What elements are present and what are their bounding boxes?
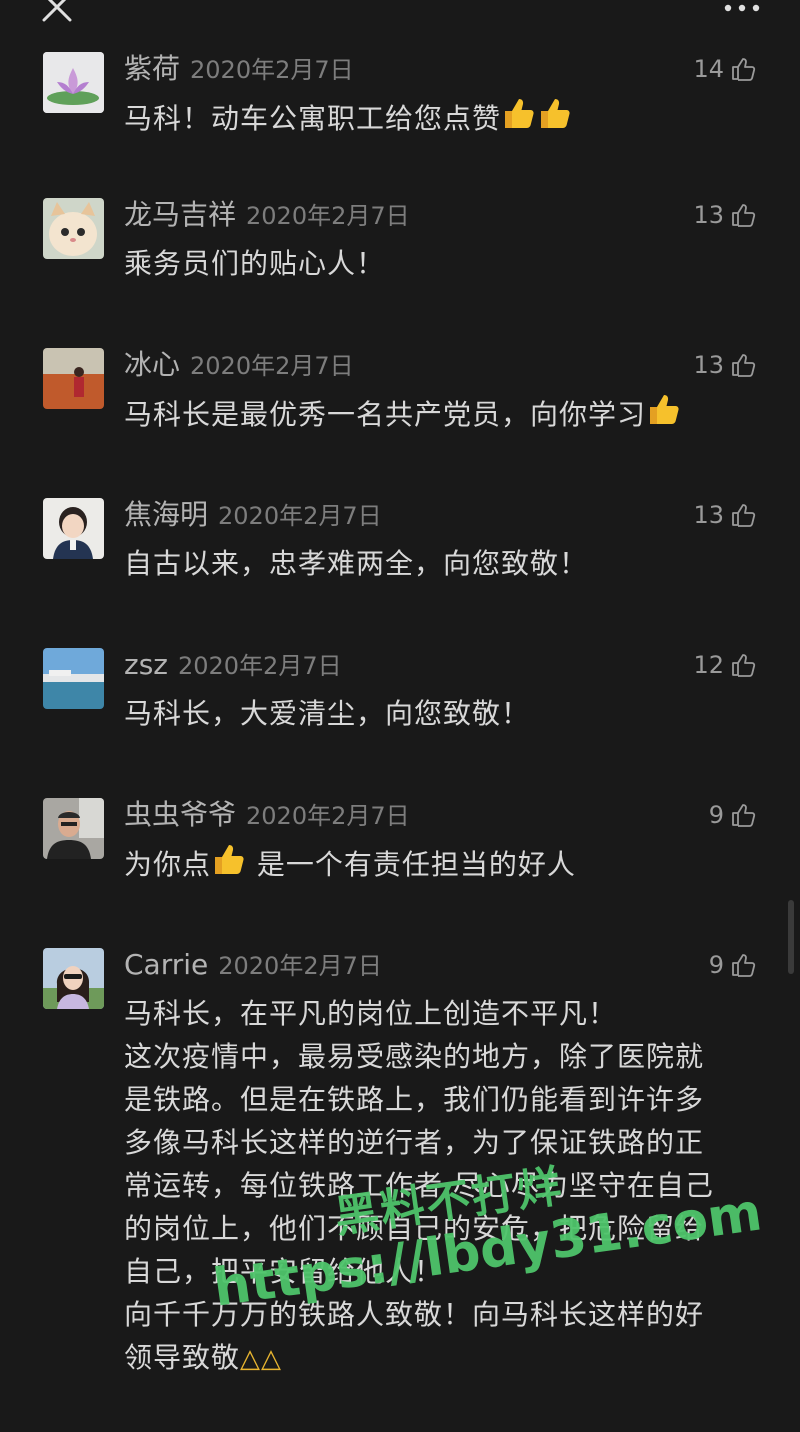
- like-button[interactable]: 13: [693, 348, 756, 382]
- like-button[interactable]: 13: [693, 498, 756, 532]
- commenter-name[interactable]: 冰心: [124, 348, 180, 381]
- commenter-name[interactable]: zsz: [124, 648, 168, 681]
- like-count: 9: [708, 951, 724, 979]
- avatar[interactable]: [43, 348, 104, 409]
- comment-line: 自己，把平安留给他人！: [124, 1255, 444, 1288]
- avatar[interactable]: [43, 198, 104, 259]
- comment-line: 常运转，每位铁路工作者 尽心尽力坚守在自己: [124, 1169, 714, 1202]
- scrollbar[interactable]: [788, 900, 794, 974]
- comment-text: 马科长，在平凡的岗位上创造不平凡！ 这次疫情中，最易受感染的地方，除了医院就 是…: [124, 992, 784, 1381]
- thumbs-up-icon[interactable]: [730, 952, 756, 978]
- close-icon[interactable]: [40, 0, 76, 24]
- avatar[interactable]: [43, 498, 104, 559]
- avatar[interactable]: [43, 648, 104, 709]
- comment-date: 2020年2月7日: [246, 202, 410, 230]
- comment-item: 紫荷 2020年2月7日 14 马科！动车公寓职工给您点赞: [0, 52, 800, 152]
- comment-text: 马科！动车公寓职工给您点赞: [124, 96, 764, 140]
- thumbs-up-emoji-icon: [537, 96, 573, 132]
- avatar[interactable]: [43, 948, 104, 1009]
- avatar[interactable]: [43, 52, 104, 113]
- thumbs-up-icon[interactable]: [730, 652, 756, 678]
- like-count: 14: [693, 55, 724, 83]
- comment-line: 领导致敬△△: [124, 1341, 283, 1374]
- like-button[interactable]: 14: [693, 52, 756, 86]
- more-options-icon[interactable]: [722, 0, 762, 16]
- commenter-name[interactable]: Carrie: [124, 948, 208, 981]
- like-count: 12: [693, 651, 724, 679]
- thumbs-up-icon[interactable]: [730, 802, 756, 828]
- comment-item: zsz 2020年2月7日 12 马科长，大爱清尘，向您致敬！: [0, 648, 800, 748]
- comment-date: 2020年2月7日: [190, 352, 354, 380]
- thumbs-up-icon[interactable]: [730, 56, 756, 82]
- comment-item: 焦海明 2020年2月7日 13 自古以来，忠孝难两全，向您致敬！: [0, 498, 800, 598]
- comment-item: 龙马吉祥 2020年2月7日 13 乘务员们的贴心人！: [0, 198, 800, 298]
- comment-item: 虫虫爷爷 2020年2月7日 9 为你点 是一个有责任担当的好人: [0, 798, 800, 898]
- comment-line: 马科长，在平凡的岗位上创造不平凡！: [124, 997, 618, 1030]
- comment-text: 马科长，大爱清尘，向您致敬！: [124, 697, 531, 730]
- thumbs-up-emoji-icon: [501, 96, 537, 132]
- like-button[interactable]: 13: [693, 198, 756, 232]
- comment-line: 多像马科长这样的逆行者，为了保证铁路的正: [124, 1126, 705, 1159]
- comment-line: 这次疫情中，最易受感染的地方，除了医院就: [124, 1040, 705, 1073]
- commenter-name[interactable]: 紫荷: [124, 52, 180, 85]
- comment-item: Carrie 2020年2月7日 9 马科长，在平凡的岗位上创造不平凡！ 这次疫情…: [0, 948, 800, 1388]
- thumbs-up-icon[interactable]: [730, 502, 756, 528]
- comment-date: 2020年2月7日: [246, 802, 410, 830]
- like-button[interactable]: 12: [693, 648, 756, 682]
- like-count: 9: [708, 801, 724, 829]
- comment-date: 2020年2月7日: [218, 502, 382, 530]
- thumbs-up-emoji-icon: [211, 842, 247, 878]
- comment-line: 向千千万万的铁路人致敬！向马科长这样的好: [124, 1298, 705, 1331]
- like-count: 13: [693, 351, 724, 379]
- comment-text: 乘务员们的贴心人！: [124, 247, 386, 280]
- comment-item: 冰心 2020年2月7日 13 马科长是最优秀一名共产党员，向你学习: [0, 348, 800, 448]
- comment-text: 为你点 是一个有责任担当的好人: [124, 842, 764, 886]
- thumbs-up-icon[interactable]: [730, 202, 756, 228]
- thumbs-up-icon[interactable]: [730, 352, 756, 378]
- top-bar: [0, 0, 800, 40]
- like-count: 13: [693, 501, 724, 529]
- like-button[interactable]: 9: [709, 798, 756, 832]
- thumbs-up-emoji-icon: [646, 392, 682, 428]
- comment-line: 的岗位上，他们不顾自己的安危，把危险留给: [124, 1212, 705, 1245]
- comment-date: 2020年2月7日: [218, 952, 382, 980]
- comment-text: 马科长是最优秀一名共产党员，向你学习: [124, 392, 764, 436]
- comment-date: 2020年2月7日: [190, 56, 354, 84]
- commenter-name[interactable]: 焦海明: [124, 498, 208, 531]
- commenter-name[interactable]: 龙马吉祥: [124, 198, 236, 231]
- comment-date: 2020年2月7日: [177, 652, 342, 680]
- avatar[interactable]: [43, 798, 104, 859]
- like-button[interactable]: 9: [709, 948, 756, 982]
- commenter-name[interactable]: 虫虫爷爷: [124, 798, 236, 831]
- comment-text: 自古以来，忠孝难两全，向您致敬！: [124, 547, 589, 580]
- folded-hands-emoji-icon: △△: [240, 1344, 283, 1374]
- like-count: 13: [693, 201, 724, 229]
- comment-line: 是铁路。但是在铁路上，我们仍能看到许许多: [124, 1083, 705, 1116]
